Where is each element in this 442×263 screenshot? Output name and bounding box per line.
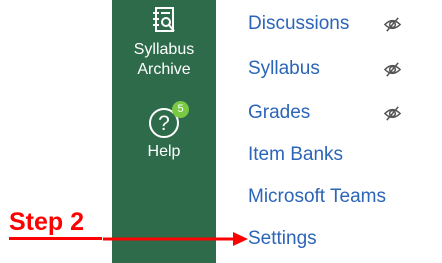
step-annotation-underline [9,237,102,240]
help-label: Help [147,143,181,160]
help-badge: 5 [172,101,189,118]
course-nav-item-banks[interactable]: Item Banks [248,143,343,167]
course-nav-syllabus[interactable]: Syllabus [248,57,402,81]
course-nav-settings[interactable]: Settings [248,227,317,251]
course-nav-discussions[interactable]: Discussions [248,12,402,36]
course-nav-microsoft-teams[interactable]: Microsoft Teams [248,185,386,209]
course-nav-label: Discussions [248,13,350,34]
course-nav-label: Microsoft Teams [248,186,386,207]
help-nav-item[interactable]: ? 5 Help [112,101,216,162]
course-nav-label: Item Banks [248,144,344,165]
help-icon: ? 5 [149,101,189,138]
course-nav-grades[interactable]: Grades [248,101,402,125]
global-navigation: Syllabus Archive ? 5 Help [112,0,216,263]
course-nav-label: Grades [248,102,311,123]
arrow-right-icon [103,232,248,246]
step-annotation-label: Step 2 [9,208,85,236]
eye-slash-icon[interactable] [383,104,402,123]
eye-slash-icon[interactable] [383,15,402,34]
syllabus-archive-label-line2: Archive [137,61,191,78]
eye-slash-icon[interactable] [383,60,402,79]
syllabus-archive-icon [153,7,175,32]
syllabus-archive-nav-item[interactable]: Syllabus Archive [112,6,216,80]
course-nav-label: Syllabus [248,58,320,79]
syllabus-archive-label-line1: Syllabus [133,41,195,58]
course-nav-label: Settings [248,228,317,249]
